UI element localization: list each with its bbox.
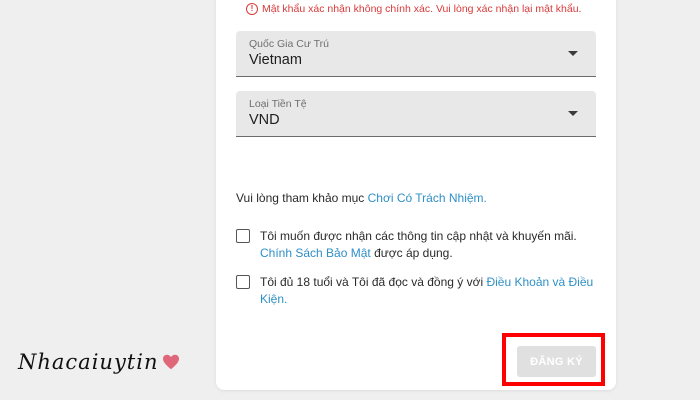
responsible-gaming-text: Vui lòng tham khảo mục [236,191,368,205]
watermark-logo: Nhacaiuytin [18,350,180,374]
heart-icon [162,354,179,370]
watermark-text: Nhacaiuytin [18,350,159,374]
age-terms-checkbox[interactable] [236,275,250,289]
country-select[interactable]: Quốc Gia Cư Trú Vietnam [236,31,596,77]
currency-select-label: Loại Tiền Tệ [249,98,307,110]
password-error: ! Mật khẩu xác nhận không chính xác. Vui… [246,3,581,15]
error-message: Mật khẩu xác nhận không chính xác. Vui l… [262,3,582,15]
age-terms-label: Tôi đủ 18 tuổi và Tôi đã đọc và đồng ý v… [260,274,596,308]
currency-select[interactable]: Loại Tiền Tệ VND [236,91,596,137]
page: ! Mật khẩu xác nhận không chính xác. Vui… [0,0,700,400]
privacy-policy-link[interactable]: Chính Sách Bảo Mật [260,246,371,260]
error-icon: ! [246,3,258,15]
opt-in-checkbox[interactable] [236,229,250,243]
opt-in-text: Tôi muốn được nhận các thông tin cập nhậ… [260,229,577,243]
opt-in-label: Tôi muốn được nhận các thông tin cập nhậ… [260,228,596,262]
currency-select-value: VND [249,112,280,128]
opt-in-suffix: được áp dụng. [370,246,453,260]
chevron-down-icon [568,51,578,56]
age-terms-text: Tôi đủ 18 tuổi và Tôi đã đọc và đồng ý v… [260,275,487,289]
country-select-label: Quốc Gia Cư Trú [249,38,329,50]
chevron-down-icon [568,111,578,116]
country-select-value: Vietnam [249,52,302,68]
register-button[interactable]: ĐĂNG KÝ [517,346,596,377]
responsible-gaming-link[interactable]: Chơi Có Trách Nhiệm. [368,191,487,205]
responsible-gaming-note: Vui lòng tham khảo mục Chơi Có Trách Nhi… [236,191,487,205]
